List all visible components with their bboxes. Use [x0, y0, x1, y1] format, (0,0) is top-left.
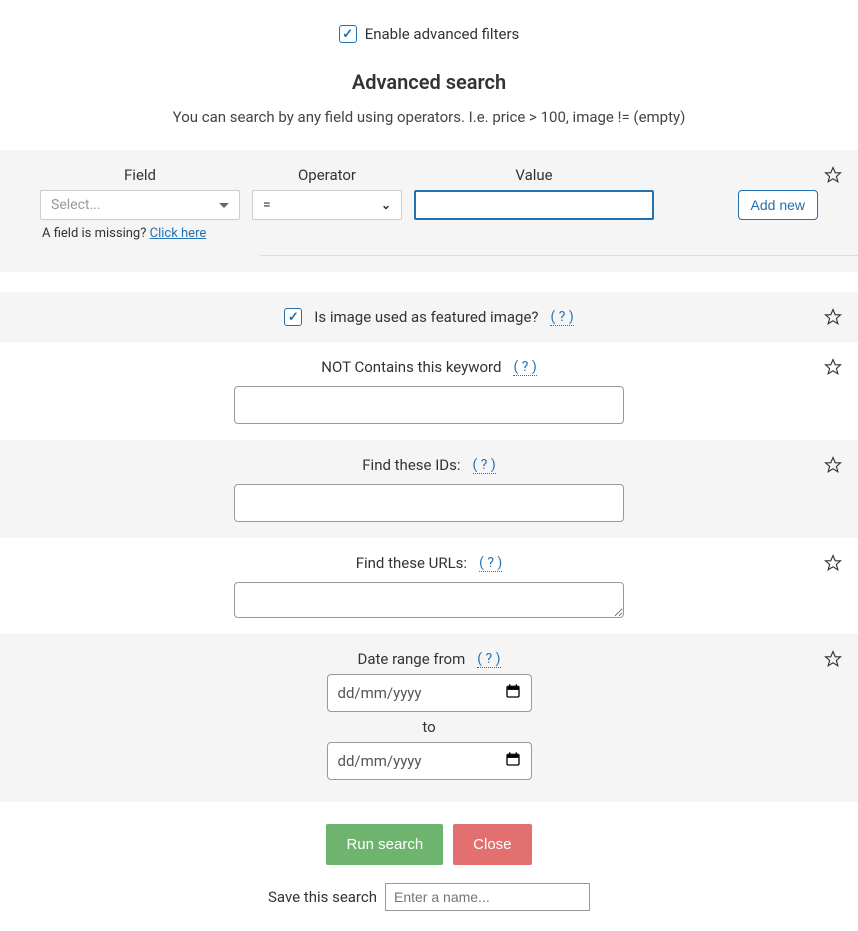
field-select[interactable]: Select...	[40, 190, 240, 220]
date-from-input[interactable]: dd/mm/yyyy	[327, 674, 532, 712]
not-contains-help[interactable]: ( ? )	[513, 359, 536, 376]
operator-select[interactable]: = ⌄	[252, 190, 402, 220]
calendar-icon	[505, 751, 521, 771]
find-urls-input[interactable]	[234, 582, 624, 618]
field-column-label: Field	[124, 166, 156, 184]
date-to-placeholder: dd/mm/yyyy	[338, 752, 422, 770]
chevron-down-icon	[219, 203, 229, 208]
find-ids-help[interactable]: ( ? )	[473, 457, 496, 474]
featured-image-label: Is image used as featured image?	[314, 308, 538, 326]
not-contains-input[interactable]	[234, 386, 624, 424]
close-button[interactable]: Close	[453, 824, 531, 865]
date-to-label: to	[0, 718, 858, 736]
field-select-placeholder: Select...	[51, 197, 101, 213]
save-search-label: Save this search	[268, 888, 377, 906]
operator-column-label: Operator	[298, 166, 356, 184]
favorite-star-icon[interactable]	[824, 456, 842, 474]
run-search-button[interactable]: Run search	[326, 824, 443, 865]
add-new-button[interactable]: Add new	[738, 190, 818, 220]
enable-advanced-filters-checkbox[interactable]	[339, 25, 357, 43]
calendar-icon	[505, 683, 521, 703]
chevron-down-icon: ⌄	[381, 198, 391, 212]
favorite-star-icon[interactable]	[824, 554, 842, 572]
enable-advanced-filters-label: Enable advanced filters	[365, 25, 520, 43]
date-from-placeholder: dd/mm/yyyy	[338, 684, 422, 702]
field-missing-text: A field is missing? Click here	[40, 226, 240, 241]
featured-image-checkbox[interactable]	[284, 308, 302, 326]
divider	[260, 255, 858, 256]
favorite-star-icon[interactable]	[824, 650, 842, 668]
value-column-label: Value	[515, 166, 552, 184]
favorite-star-icon[interactable]	[824, 166, 842, 184]
date-range-help[interactable]: ( ? )	[477, 651, 500, 668]
field-missing-link[interactable]: Click here	[150, 226, 207, 241]
favorite-star-icon[interactable]	[824, 358, 842, 376]
featured-image-help[interactable]: ( ? )	[550, 309, 573, 326]
find-urls-label: Find these URLs:	[356, 554, 467, 572]
date-range-from-label: Date range from	[357, 650, 465, 668]
date-to-input[interactable]: dd/mm/yyyy	[327, 742, 532, 780]
page-subtitle: You can search by any field using operat…	[0, 108, 858, 126]
page-title: Advanced search	[0, 70, 858, 94]
find-urls-help[interactable]: ( ? )	[479, 555, 502, 572]
save-search-input[interactable]	[385, 883, 590, 911]
value-input[interactable]	[414, 190, 654, 220]
find-ids-label: Find these IDs:	[362, 456, 460, 474]
operator-value: =	[263, 197, 271, 213]
find-ids-input[interactable]	[234, 484, 624, 522]
not-contains-label: NOT Contains this keyword	[321, 358, 501, 376]
favorite-star-icon[interactable]	[824, 308, 842, 326]
